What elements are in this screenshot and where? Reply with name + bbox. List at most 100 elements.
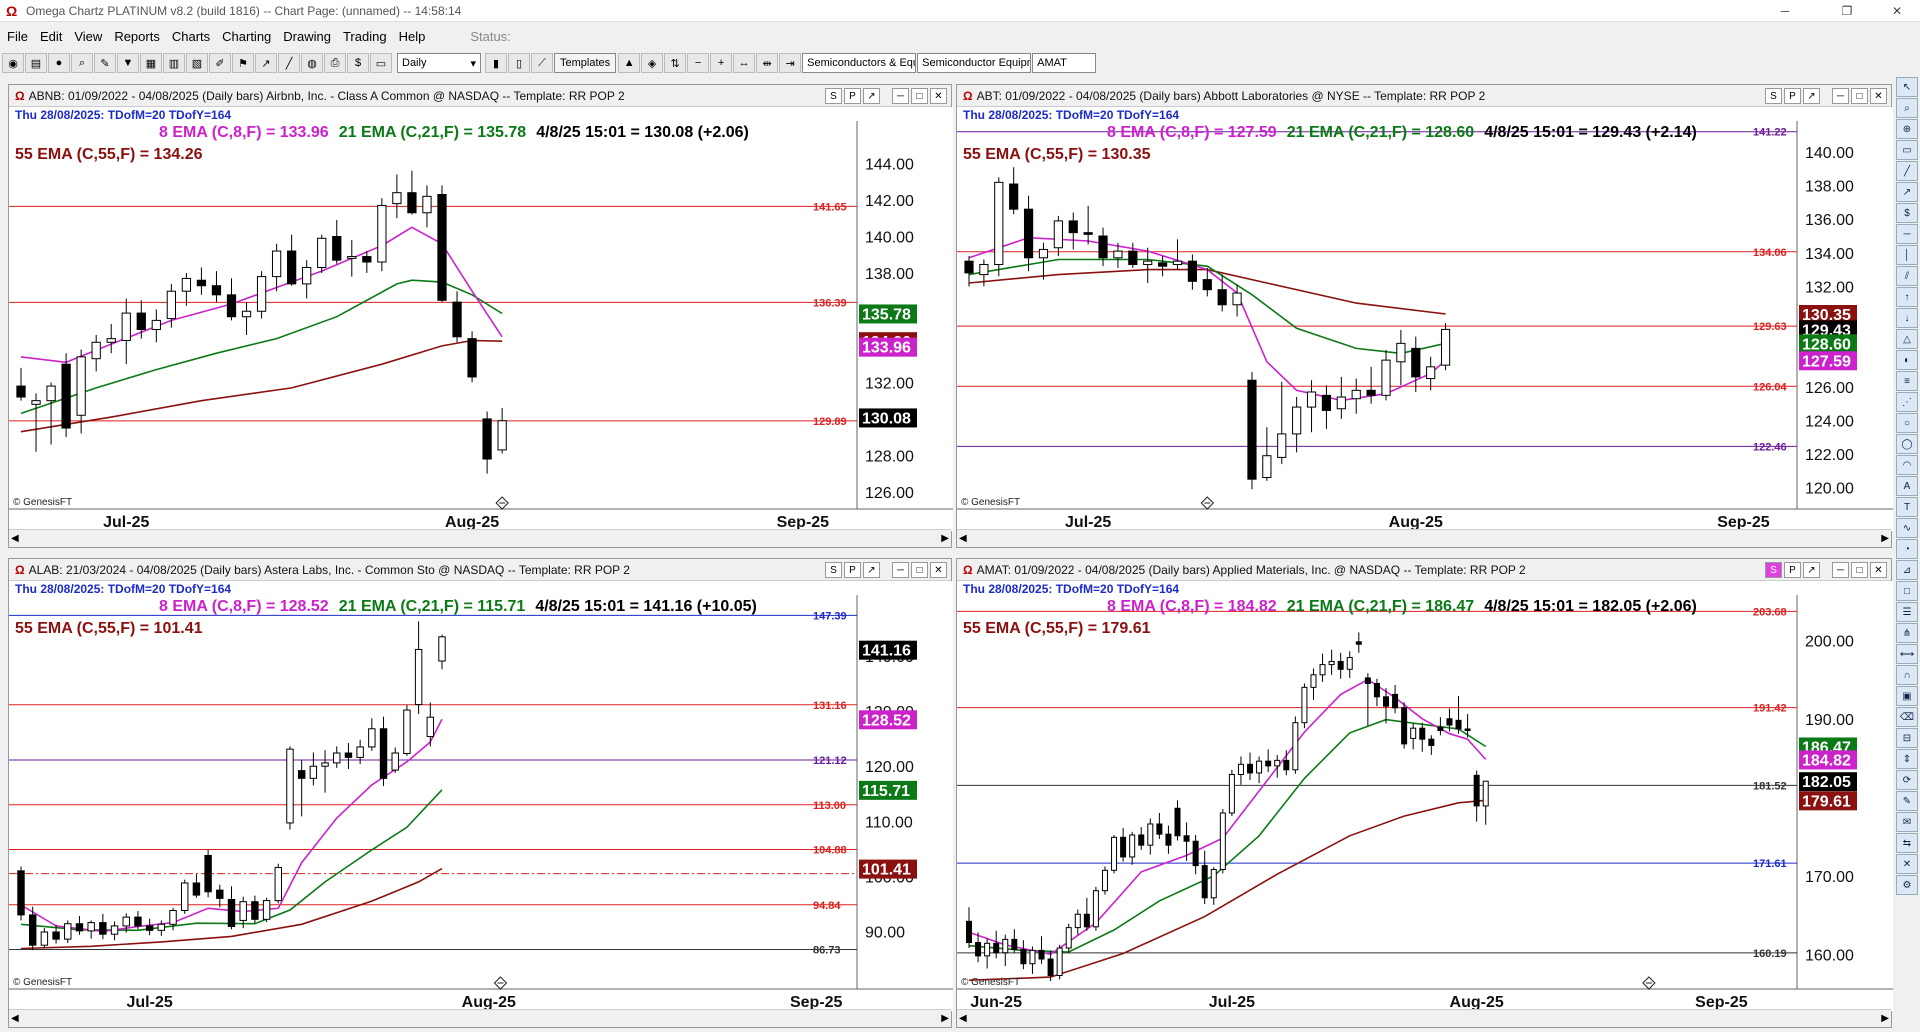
- scroll-right-icon[interactable]: ▶: [941, 533, 949, 544]
- scroll-left-icon[interactable]: ◀: [959, 533, 967, 544]
- candle-body[interactable]: [1237, 763, 1244, 776]
- wave-icon[interactable]: ∿: [1896, 518, 1918, 538]
- candle-body[interactable]: [1265, 760, 1272, 767]
- ray-icon[interactable]: ↗: [1896, 182, 1918, 202]
- speech-icon[interactable]: ✉: [1896, 812, 1918, 832]
- candle-body[interactable]: [241, 310, 252, 318]
- s-button[interactable]: S: [825, 562, 842, 578]
- candle-body[interactable]: [297, 770, 306, 779]
- menu-edit[interactable]: Edit: [35, 29, 67, 44]
- candle-body[interactable]: [1247, 379, 1257, 480]
- cursor-icon[interactable]: ↖: [1896, 77, 1918, 97]
- candle-body[interactable]: [1473, 774, 1480, 807]
- chart-panel-header[interactable]: Ω ABT: 01/09/2022 - 04/08/2025 (Daily bar…: [957, 85, 1891, 107]
- p-button[interactable]: P: [844, 562, 861, 578]
- candle-body[interactable]: [1228, 774, 1235, 814]
- lock-icon[interactable]: ▣: [1896, 686, 1918, 706]
- close-panel-button[interactable]: ✕: [930, 562, 947, 578]
- fan-icon[interactable]: ⋰: [1896, 392, 1918, 412]
- candle-body[interactable]: [271, 250, 282, 278]
- indicators-icon[interactable]: ▲: [618, 53, 641, 73]
- candle-body[interactable]: [1262, 455, 1272, 479]
- candle-body[interactable]: [1047, 958, 1054, 977]
- menu-file[interactable]: File: [2, 29, 33, 44]
- menu-view[interactable]: View: [69, 29, 107, 44]
- candle-body[interactable]: [1301, 686, 1308, 724]
- s-button[interactable]: S: [825, 88, 842, 104]
- candle-body[interactable]: [227, 898, 236, 927]
- candle-body[interactable]: [192, 882, 201, 896]
- close-panel-button[interactable]: ✕: [930, 88, 947, 104]
- chart-scrollbar[interactable]: ◀ ▶: [9, 529, 951, 547]
- candle-body[interactable]: [1083, 232, 1093, 235]
- triangle-icon[interactable]: △: [1896, 329, 1918, 349]
- candle-body[interactable]: [1172, 260, 1183, 266]
- chart-canvas[interactable]: 90.00100.00110.00120.00130.00140.00147.3…: [9, 581, 953, 1011]
- candle-body[interactable]: [1143, 260, 1153, 266]
- candle-body[interactable]: [1419, 727, 1426, 740]
- scroll-left-icon[interactable]: ◀: [11, 533, 19, 544]
- candle-body[interactable]: [262, 900, 271, 920]
- candle-body[interactable]: [497, 420, 507, 451]
- compare-icon[interactable]: ⇅: [664, 53, 687, 73]
- maximize-panel-button[interactable]: □: [911, 88, 928, 104]
- candle-body[interactable]: [321, 762, 329, 767]
- line-icon[interactable]: ╱: [278, 53, 300, 73]
- candle-body[interactable]: [309, 765, 318, 779]
- minimize-button[interactable]: ─: [1762, 0, 1808, 22]
- candle-body[interactable]: [1346, 657, 1353, 670]
- s-button[interactable]: S: [1765, 88, 1782, 104]
- candle-body[interactable]: [1319, 664, 1326, 676]
- chart-panel-header[interactable]: Ω ABNB: 01/09/2022 - 04/08/2025 (Daily ba…: [9, 85, 951, 107]
- templates-button[interactable]: Templates: [554, 53, 617, 73]
- candle-body[interactable]: [1392, 693, 1399, 709]
- cross-icon[interactable]: ✕: [1896, 854, 1918, 874]
- swap-icon[interactable]: ⇆: [1896, 833, 1918, 853]
- candle-body[interactable]: [333, 752, 341, 764]
- levels-icon[interactable]: ☰: [1896, 602, 1918, 622]
- menu-charts[interactable]: Charts: [167, 29, 215, 44]
- candle-body[interactable]: [122, 916, 130, 927]
- measure-icon[interactable]: ⟷: [1896, 644, 1918, 664]
- ellipse-icon[interactable]: ◯: [1896, 434, 1918, 454]
- candle-body[interactable]: [99, 922, 107, 935]
- candle-body[interactable]: [87, 922, 95, 932]
- candle-body[interactable]: [76, 356, 86, 416]
- candle-body[interactable]: [391, 752, 399, 771]
- candle-body[interactable]: [1306, 391, 1317, 408]
- candle-body[interactable]: [91, 341, 101, 360]
- candle-body[interactable]: [344, 752, 353, 758]
- candle-body[interactable]: [196, 279, 207, 287]
- record-icon[interactable]: ◍: [301, 53, 323, 73]
- candle-body[interactable]: [1120, 836, 1127, 858]
- candle-body[interactable]: [1129, 834, 1136, 858]
- candle-body[interactable]: [1217, 289, 1227, 306]
- candle-chart-icon[interactable]: ▯: [508, 53, 530, 73]
- minimize-panel-button[interactable]: ─: [1832, 562, 1849, 578]
- candle-body[interactable]: [379, 728, 388, 779]
- calendar-icon[interactable]: ▧: [186, 53, 208, 73]
- report-icon[interactable]: ▦: [140, 53, 162, 73]
- traffic-light-icon[interactable]: ●: [48, 53, 70, 73]
- print-icon[interactable]: ⎙: [324, 53, 346, 73]
- arrow-down-icon[interactable]: ↓: [1896, 308, 1918, 328]
- candle-body[interactable]: [1111, 836, 1118, 871]
- candle-body[interactable]: [979, 264, 989, 276]
- candle-body[interactable]: [1183, 835, 1190, 842]
- candle-body[interactable]: [1219, 812, 1226, 871]
- candle-body[interactable]: [966, 920, 972, 944]
- minimize-panel-button[interactable]: ─: [1832, 88, 1849, 104]
- channel-icon[interactable]: ⫽: [1896, 266, 1918, 286]
- candle-body[interactable]: [1277, 433, 1287, 458]
- save-icon[interactable]: ▤: [25, 53, 47, 73]
- candle-body[interactable]: [1056, 947, 1063, 977]
- candle-body[interactable]: [392, 192, 402, 205]
- candle-body[interactable]: [1351, 389, 1361, 400]
- scroll-right-icon[interactable]: ▶: [941, 1013, 949, 1024]
- candle-body[interactable]: [1020, 949, 1027, 965]
- candle-body[interactable]: [1364, 677, 1371, 684]
- ruler-icon[interactable]: ⊟: [1896, 728, 1918, 748]
- restore-button[interactable]: ❐: [1824, 0, 1870, 22]
- candle-body[interactable]: [1482, 780, 1489, 807]
- p-button[interactable]: P: [844, 88, 861, 104]
